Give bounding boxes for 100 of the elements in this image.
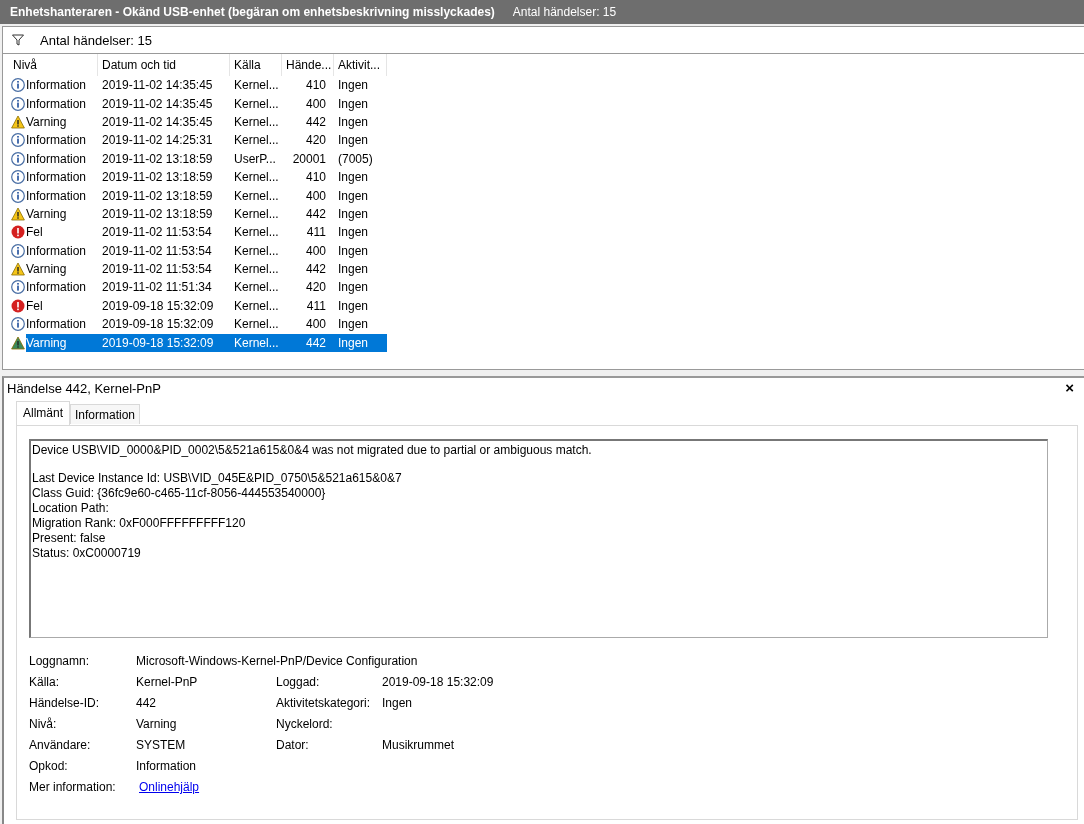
date-cell: 2019-09-18 15:32:09 [98,333,230,352]
level-cell[interactable]: Information [26,241,98,260]
event-count: Antal händelser: 15 [512,5,617,19]
task-category-cell-text: Ingen [337,242,370,260]
source-cell-text: Kernel... [233,242,280,260]
event-id-cell-text: 442 [304,113,327,131]
column-header[interactable]: Hände... [282,54,334,76]
info-icon [11,133,25,148]
date-cell-text: 2019-11-02 14:35:45 [101,77,214,95]
level-cell[interactable]: Varning [26,204,98,223]
tab[interactable]: Allmänt [16,401,70,425]
level-cell[interactable]: Information [26,278,98,297]
date-cell-text: 2019-11-02 13:18:59 [101,169,214,187]
property-label: Användare: [29,738,92,752]
date-cell-text: 2019-11-02 14:35:45 [101,95,214,113]
property-value: Kernel-PnP [136,675,199,689]
tab[interactable]: Information [70,404,141,424]
date-cell-text: 2019-11-02 13:18:59 [101,187,214,205]
level-cell[interactable]: Fel [26,296,98,315]
event-id-cell-text: 400 [304,242,327,260]
column-header[interactable]: Nivå [9,54,98,76]
source-cell-text: Kernel... [233,297,280,315]
property-label: Opkod: [29,759,69,773]
event-id-cell-text: 400 [304,187,327,205]
source-cell: Kernel... [230,333,282,352]
event-id-cell-text: 20001 [291,150,327,168]
date-cell-text: 2019-11-02 11:53:54 [101,261,213,279]
property-value: Microsoft-Windows-Kernel-PnP/Device Configuration [136,654,419,668]
property-label: Nivå: [29,717,58,731]
event-id-cell-text: 442 [304,261,327,279]
description-line: Last Device Instance Id: USB\VID_045E&PID_0750\5&521a615&0&7 [32,471,403,486]
event-id-cell-text: 411 [305,224,327,242]
date-cell-text: 2019-11-02 14:25:31 [101,132,214,150]
event-id-cell: 442 [282,333,334,352]
error-icon [11,225,25,240]
level-cell[interactable]: Information [26,186,98,205]
info-icon [11,170,25,185]
event-id-cell-text: 410 [304,169,327,187]
info-icon [11,243,25,258]
level-cell[interactable]: Varning [26,333,98,352]
property-value: Varning [136,717,178,731]
property-label: Källa: [29,675,61,689]
date-cell-text: 2019-09-18 15:32:09 [101,316,215,334]
property-label: Loggad: [276,675,321,689]
date-cell-text: 2019-11-02 11:53:54 [101,242,213,260]
level-cell[interactable]: Varning [26,260,98,279]
task-category-cell-text: Ingen [337,224,370,242]
event-id-cell-text: 410 [304,77,327,95]
filter-icon[interactable] [12,34,24,46]
source-cell-text: Kernel... [233,132,280,150]
info-icon [11,317,25,332]
level-cell[interactable]: Information [26,76,98,95]
source-cell-text: UserP... [233,150,277,168]
level-cell[interactable]: Information [26,315,98,334]
task-category-cell-text: Ingen [337,77,370,95]
info-icon [11,78,25,93]
close-button[interactable]: × [1061,381,1078,395]
level-cell[interactable]: Information [26,149,98,168]
property-label: Nyckelord: [276,717,334,731]
task-category-cell-text: Ingen [337,297,370,315]
task-category-cell-text: (7005) [337,150,374,168]
description-line: Location Path: [32,501,110,516]
property-value: SYSTEM [136,738,187,752]
description-line: Class Guid: {36fc9e60-c465-11cf-8056-444553540000} [32,486,327,501]
date-cell-text: 2019-09-18 15:32:09 [101,297,215,315]
level-cell[interactable]: Information [26,94,98,113]
property-value: Musikrummet [382,738,455,752]
level-cell[interactable]: Information [26,168,98,187]
level-cell[interactable]: Varning [26,112,98,131]
event-id-cell-text: 442 [304,205,327,223]
warning-icon [11,335,25,350]
info-icon [11,151,25,166]
task-category-cell-text: Ingen [337,95,370,113]
column-header[interactable]: Källa [230,54,282,76]
column-header[interactable]: Datum och tid [98,54,230,76]
description-line: Status: 0xC0000719 [32,546,142,561]
event-id-cell-text: 400 [304,95,327,113]
level-cell[interactable]: Information [26,131,98,150]
property-label: Händelse-ID: [29,696,101,710]
info-icon [11,280,25,295]
warning-icon [11,114,25,129]
task-category-cell-text: Ingen [337,169,370,187]
event-id-cell-text: 411 [305,297,327,315]
property-value: 442 [136,696,158,710]
level-cell[interactable]: Fel [26,223,98,242]
property-label: Aktivitetskategori: [276,696,372,710]
column-header[interactable]: Aktivit... [334,54,387,76]
source-cell-text: Kernel... [233,169,280,187]
online-help-link[interactable]: Onlinehjälp [139,780,200,794]
source-cell-text: Kernel... [233,316,280,334]
event-id-cell-text: 400 [304,316,327,334]
date-cell-text: 2019-11-02 13:18:59 [101,150,214,168]
source-cell-text: Kernel... [233,113,280,131]
task-category-cell-text: Ingen [337,279,370,297]
date-cell-text: 2019-11-02 13:18:59 [101,205,214,223]
info-icon [11,188,25,203]
task-category-cell-text: Ingen [337,187,370,205]
task-category-cell-text: Ingen [337,261,370,279]
source-cell-text: Kernel... [233,205,280,223]
date-cell-text: 2019-11-02 11:53:54 [101,224,213,242]
